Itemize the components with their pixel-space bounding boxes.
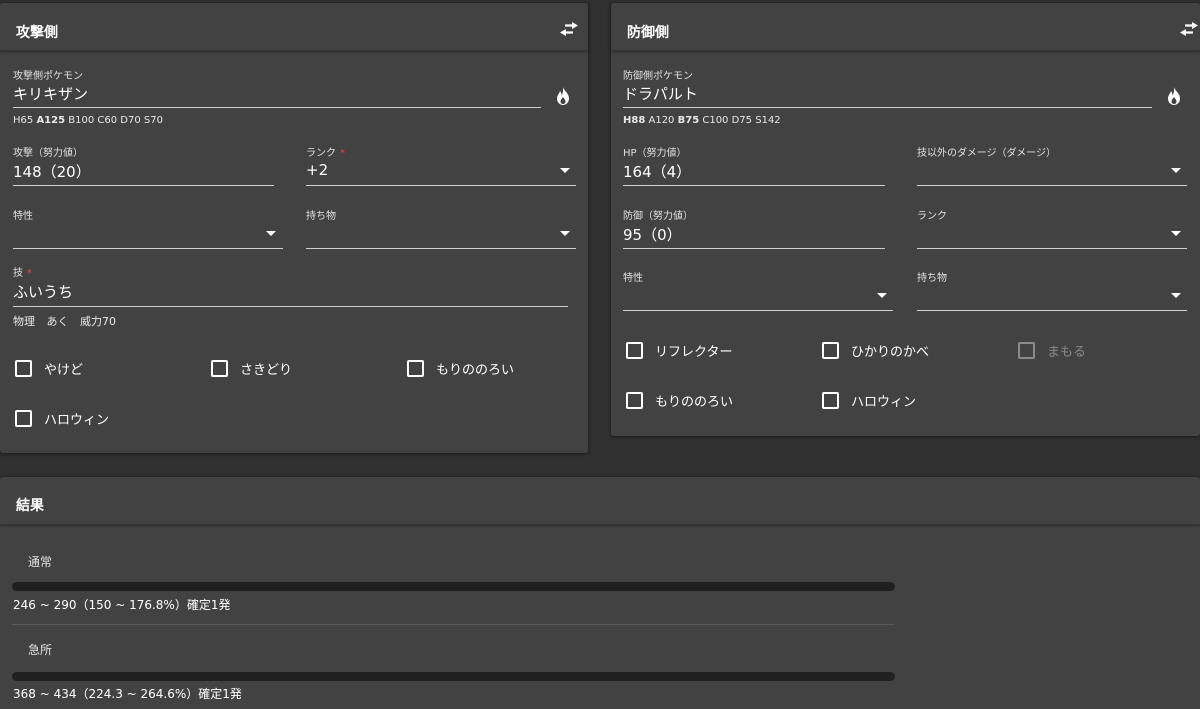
ability-dropdown-icon[interactable] (877, 293, 887, 298)
attacker-ability-label: 特性 (13, 211, 33, 222)
defender-title: 防御側 (627, 25, 669, 41)
stat-b: B100 (68, 115, 95, 126)
defender-card: 防御側 防御側ポケモン ドラパルト H88 A120 B75 C100 D75 … (611, 3, 1200, 436)
attacker-rank-select[interactable]: +2 (306, 161, 328, 179)
attacker-item-underline (306, 248, 576, 249)
checkbox-light-screen[interactable]: ひかりのかべ (822, 341, 929, 360)
move-power: 威力70 (80, 315, 116, 328)
critical-label: 急所 (28, 643, 53, 657)
result-title: 結果 (16, 498, 44, 514)
attacker-title: 攻撃側 (16, 25, 58, 41)
checkbox-icon[interactable] (626, 392, 643, 409)
stat-s: S70 (143, 115, 163, 126)
defender-base-stats: H88 A120 B75 C100 D75 S142 (623, 115, 781, 126)
checkbox-icon[interactable] (822, 342, 839, 359)
attacker-rank-label: ランク * (306, 148, 345, 159)
defender-ability-underline (623, 310, 893, 311)
move-input[interactable]: ふいうち (13, 281, 73, 302)
result-card: 結果 通常 246 ~ 290（150 ~ 176.8%）確定1発 急所 368… (0, 477, 1200, 709)
checkbox-reflect[interactable]: リフレクター (626, 341, 732, 360)
critical-damage-text: 368 ~ 434（224.3 ~ 264.6%）確定1発 (13, 687, 242, 701)
attacker-pokemon-underline (13, 107, 541, 108)
defense-ev-underline (623, 248, 885, 249)
defense-ev-label: 防御（努力値） (623, 211, 693, 222)
move-underline (13, 306, 568, 307)
move-type: あく (46, 315, 69, 328)
checkbox-trick-or-treat-defender[interactable]: ハロウィン (822, 391, 916, 410)
hp-ev-underline (623, 185, 885, 186)
hp-ev-input[interactable]: 164（4） (623, 161, 691, 182)
checkbox-me-first[interactable]: さきどり (211, 359, 292, 378)
attacker-pokemon-label: 攻撃側ポケモン (13, 71, 83, 82)
critical-damage-bar (12, 672, 895, 681)
stat-c: C60 (97, 115, 118, 126)
attack-ev-underline (13, 185, 274, 186)
swap-icon[interactable] (1180, 22, 1198, 36)
rank-dropdown-icon[interactable] (1171, 231, 1181, 236)
attacker-base-stats: H65 A125 B100 C60 D70 S70 (13, 115, 163, 126)
stat-d: D70 (120, 115, 141, 126)
defender-card-header: 防御側 (611, 3, 1200, 51)
other-damage-dropdown-icon[interactable] (1171, 168, 1181, 173)
checkbox-protect: まもる (1018, 341, 1086, 360)
rank-dropdown-icon[interactable] (560, 168, 570, 173)
swap-icon[interactable] (560, 22, 578, 36)
attacker-pokemon-input[interactable]: キリキザン (13, 83, 88, 104)
move-label: 技 * (13, 268, 32, 279)
checkbox-icon[interactable] (626, 342, 643, 359)
result-card-header: 結果 (0, 477, 1200, 525)
stat-d: D75 (731, 115, 753, 126)
move-info: 物理 あく 威力70 (13, 313, 124, 329)
normal-label: 通常 (28, 555, 53, 569)
stat-b: B75 (677, 115, 700, 126)
stat-h: H65 (13, 115, 34, 126)
normal-damage-text: 246 ~ 290（150 ~ 176.8%）確定1発 (13, 598, 231, 612)
item-dropdown-icon[interactable] (560, 231, 570, 236)
defender-rank-label: ランク (917, 211, 947, 222)
defender-pokemon-input[interactable]: ドラパルト (623, 83, 698, 104)
fire-icon[interactable] (1167, 87, 1181, 105)
attacker-item-label: 持ち物 (306, 211, 336, 222)
normal-damage-bar (12, 582, 895, 591)
checkbox-icon[interactable] (822, 392, 839, 409)
item-dropdown-icon[interactable] (1171, 293, 1181, 298)
fire-icon[interactable] (556, 87, 570, 105)
checkbox-trick-or-treat-attacker[interactable]: ハロウィン (15, 409, 109, 428)
attacker-rank-underline (306, 185, 576, 186)
stat-a: A120 (648, 115, 675, 126)
checkbox-icon (1018, 342, 1035, 359)
stat-h: H88 (623, 115, 646, 126)
checkbox-burn[interactable]: やけど (15, 359, 83, 378)
attacker-card: 攻撃側 攻撃側ポケモン キリキザン H65 A125 B100 C60 D70 … (0, 3, 588, 453)
defender-ability-label: 特性 (623, 273, 643, 284)
defense-ev-input[interactable]: 95（0） (623, 224, 682, 245)
attack-ev-input[interactable]: 148（20） (13, 161, 91, 182)
checkbox-icon[interactable] (15, 410, 32, 427)
checkbox-forests-curse-attacker[interactable]: もりののろい (407, 359, 514, 378)
hp-ev-label: HP（努力値） (623, 148, 687, 159)
attacker-ability-underline (13, 248, 283, 249)
checkbox-icon[interactable] (407, 360, 424, 377)
stat-s: S142 (755, 115, 781, 126)
stat-a: A125 (36, 115, 66, 126)
stat-c: C100 (702, 115, 729, 126)
checkbox-icon[interactable] (15, 360, 32, 377)
checkbox-icon[interactable] (211, 360, 228, 377)
defender-rank-underline (917, 248, 1187, 249)
result-divider (12, 624, 895, 625)
defender-pokemon-label: 防御側ポケモン (623, 71, 693, 82)
other-damage-underline (917, 185, 1187, 186)
defender-item-underline (917, 310, 1187, 311)
move-category: 物理 (13, 315, 35, 328)
checkbox-forests-curse-defender[interactable]: もりののろい (626, 391, 733, 410)
defender-pokemon-underline (623, 107, 1152, 108)
defender-item-label: 持ち物 (917, 273, 947, 284)
attack-ev-label: 攻撃（努力値） (13, 148, 83, 159)
other-damage-label: 技以外のダメージ（ダメージ） (917, 148, 1056, 159)
attacker-card-header: 攻撃側 (0, 3, 588, 51)
ability-dropdown-icon[interactable] (266, 231, 276, 236)
